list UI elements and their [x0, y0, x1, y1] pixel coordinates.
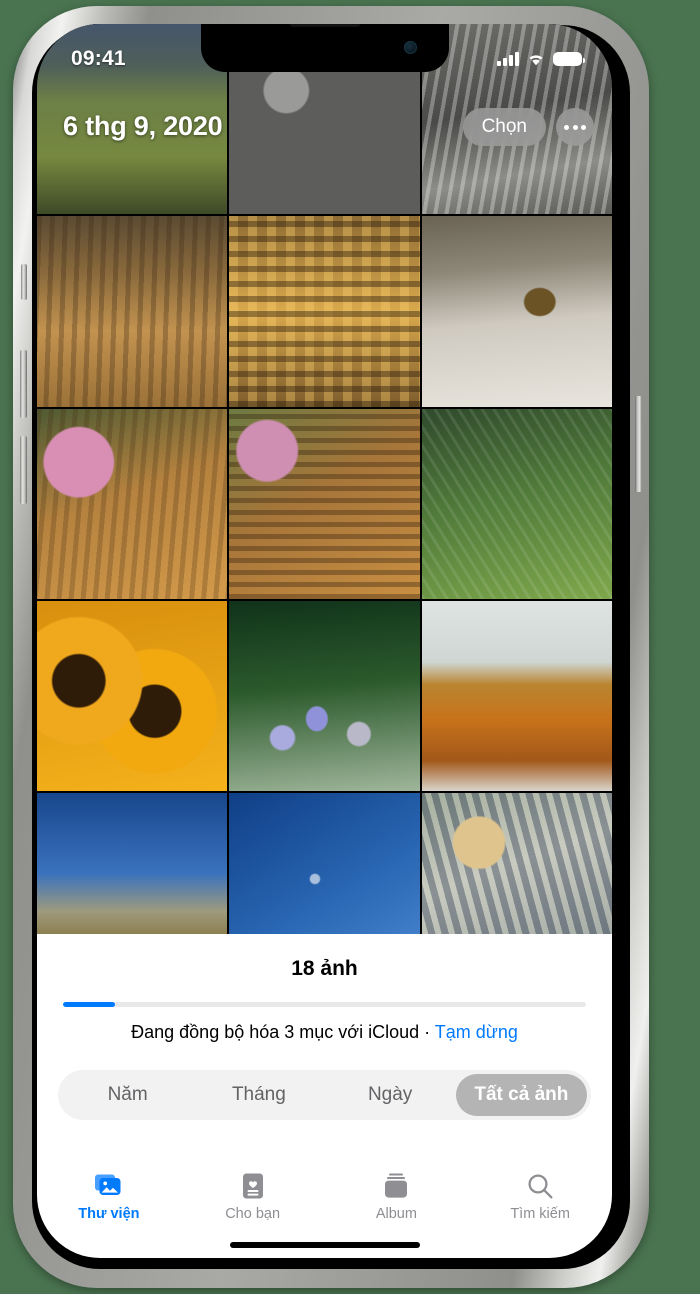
- segment-4[interactable]: Tất cả ảnh: [455, 1074, 587, 1116]
- photo-thumbnail[interactable]: [37, 793, 228, 934]
- photo-thumbnail[interactable]: [229, 600, 420, 792]
- photo-grid-scroll-area[interactable]: [37, 24, 612, 934]
- header-actions: Chọn: [462, 108, 594, 146]
- single-bee-on-stone-thumb: [421, 216, 612, 407]
- phone-screen: 09:41 6 thg 9, 2020 Chọn 18 ảnh Đang đồn…: [37, 24, 612, 1258]
- albums-stack-icon: [383, 1171, 409, 1201]
- tab-label: Cho bạn: [225, 1206, 281, 1222]
- photo-thumbnail[interactable]: [229, 408, 420, 599]
- timeframe-segmented-control[interactable]: Năm Tháng Ngày Tất cả ảnh: [58, 1070, 591, 1120]
- photo-thumbnail[interactable]: [421, 793, 612, 934]
- photo-thumbnail[interactable]: [37, 408, 228, 599]
- sync-status-message: Đang đồng bộ hóa 3 mục với iCloud ·: [131, 1022, 435, 1042]
- tab-label: Tìm kiếm: [510, 1206, 570, 1222]
- photo-thumbnail[interactable]: [37, 216, 228, 407]
- front-camera-icon: [403, 41, 417, 54]
- tab-thư-viện[interactable]: Thư viện: [37, 1171, 181, 1222]
- children-on-rocks-thumb: [421, 793, 612, 934]
- photo-thumbnail[interactable]: [37, 600, 228, 792]
- volume-up-button[interactable]: [20, 350, 27, 418]
- mute-switch-button[interactable]: [21, 264, 27, 300]
- photo-thumbnail[interactable]: [229, 793, 420, 934]
- lavender-with-bee-thumb: [229, 600, 420, 792]
- photo-thumbnail[interactable]: [421, 408, 612, 599]
- photo-thumbnail[interactable]: [421, 600, 612, 792]
- display-notch: [200, 24, 449, 72]
- for-you-card-icon: [241, 1171, 265, 1201]
- bees-on-honeycomb-thumb: [229, 216, 420, 407]
- segment-1[interactable]: Năm: [62, 1074, 193, 1116]
- bee-on-green-fern-thumb: [421, 408, 612, 599]
- tab-label: Album: [375, 1206, 417, 1222]
- field-landscape-thumb: [37, 24, 228, 215]
- earpiece-speaker-icon: [289, 24, 360, 27]
- search-icon: [527, 1171, 554, 1201]
- photo-thumbnail[interactable]: [37, 24, 228, 215]
- pause-sync-link[interactable]: Tạm dừng: [435, 1022, 518, 1042]
- screenshot-stage: 09:41 6 thg 9, 2020 Chọn 18 ảnh Đang đồn…: [0, 0, 700, 1294]
- tab-cho-bạn[interactable]: Cho bạn: [181, 1171, 325, 1222]
- bee-swarm-post-thumb: [229, 408, 420, 599]
- wind-turbine-sky-thumb: [229, 793, 420, 934]
- home-indicator[interactable]: [229, 1242, 420, 1248]
- bees-pink-flowers-thumb: [37, 408, 228, 599]
- photos-library-icon: [94, 1171, 124, 1201]
- more-ellipsis-icon[interactable]: [556, 108, 594, 146]
- tab-tìm-kiếm[interactable]: Tìm kiếm: [468, 1171, 612, 1222]
- segment-2[interactable]: Tháng: [193, 1074, 324, 1116]
- wind-farm-desert-thumb: [37, 793, 228, 934]
- tab-label: Thư viện: [78, 1206, 140, 1222]
- segment-3[interactable]: Ngày: [325, 1074, 456, 1116]
- segment-label: Tất cả ảnh: [474, 1084, 569, 1105]
- bottom-panel: 18 ảnh Đang đồng bộ hóa 3 mục với iCloud…: [37, 934, 612, 1258]
- photo-grid[interactable]: [37, 24, 612, 934]
- photo-thumbnail[interactable]: [421, 216, 612, 407]
- side-power-button[interactable]: [635, 396, 642, 492]
- select-button[interactable]: Chọn: [462, 108, 546, 146]
- sync-progress-bar: [63, 1002, 586, 1007]
- sync-status-text: Đang đồng bộ hóa 3 mục với iCloud · Tạm …: [37, 1022, 612, 1043]
- photo-count-label: 18 ảnh: [291, 957, 358, 980]
- honey-jar-thumb: [421, 600, 612, 792]
- sunflowers-thumb: [37, 600, 228, 792]
- segment-label: Năm: [107, 1084, 148, 1105]
- sync-progress-fill: [63, 1002, 116, 1007]
- bees-on-hive-ledge-thumb: [37, 216, 228, 407]
- segment-label: Tháng: [231, 1084, 286, 1105]
- photo-thumbnail[interactable]: [229, 216, 420, 407]
- segment-label: Ngày: [367, 1084, 413, 1105]
- tab-album[interactable]: Album: [325, 1171, 469, 1222]
- volume-down-button[interactable]: [20, 436, 27, 504]
